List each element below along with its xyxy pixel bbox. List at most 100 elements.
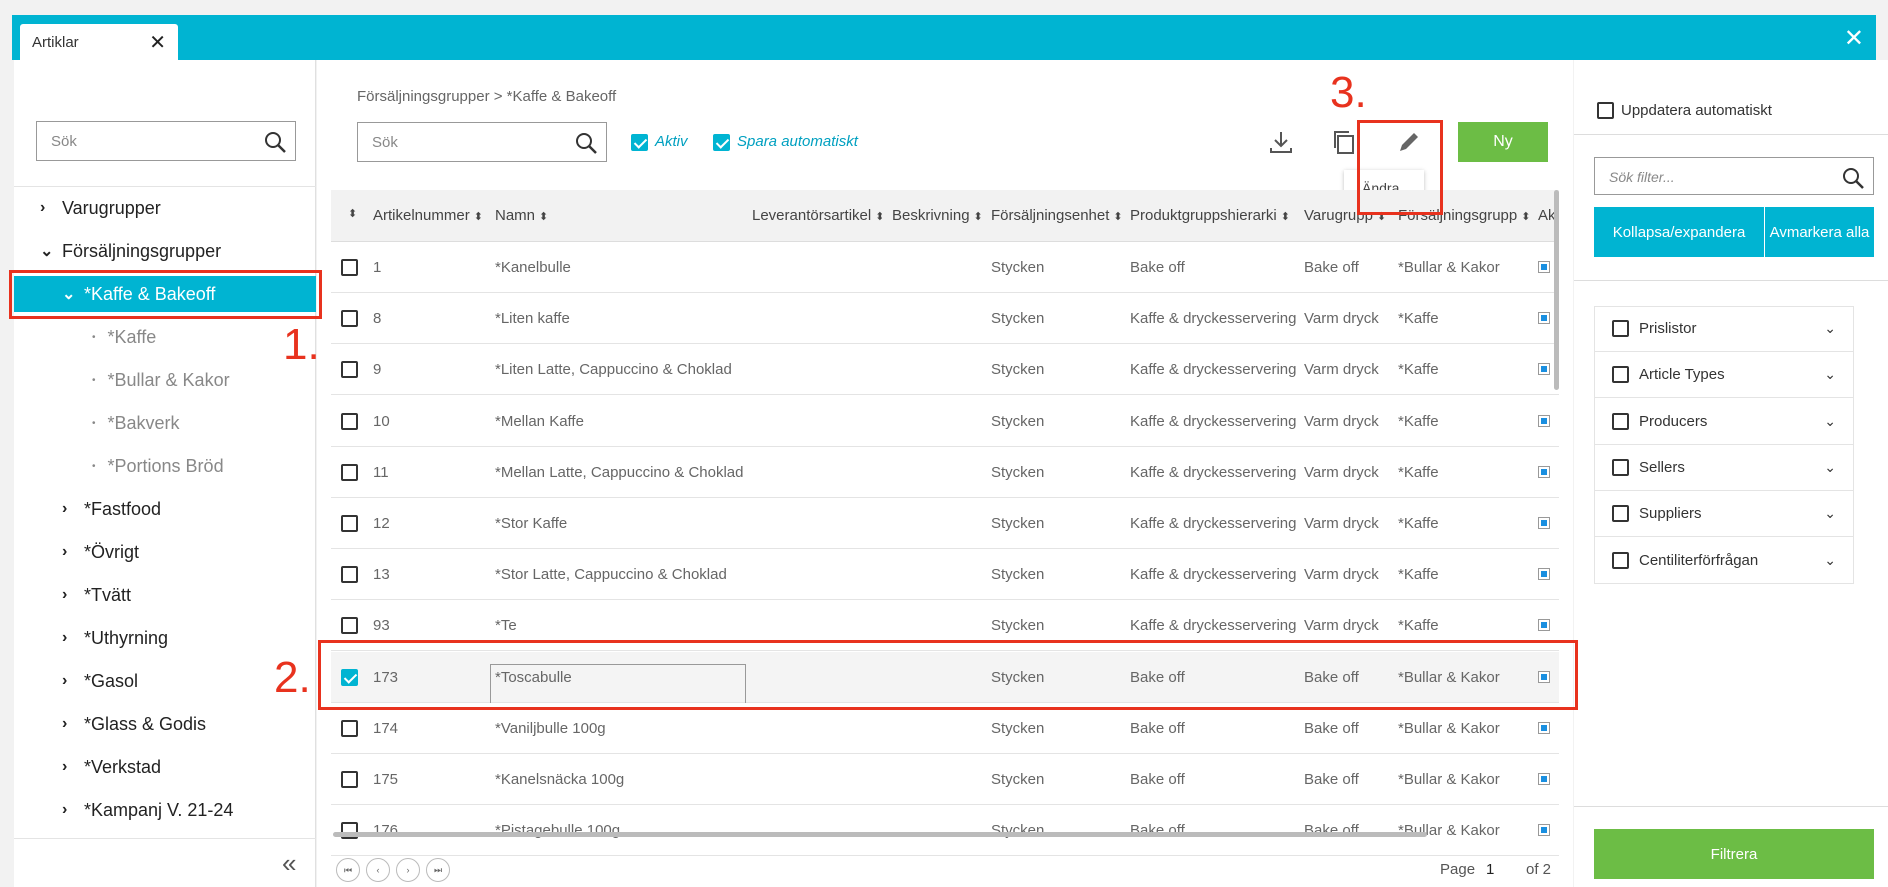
chevron-down-icon[interactable]: ⌄: [1824, 320, 1836, 337]
column-header[interactable]: Produktgruppshierarki ⬍: [1130, 207, 1300, 224]
tree-item[interactable]: › *Kampanj V. 21-24: [62, 792, 233, 828]
cell-name[interactable]: *Mellan Latte, Cappuccino & Choklad: [495, 464, 743, 481]
collapse-panel-icon[interactable]: «: [282, 848, 296, 879]
collapse-expand-button[interactable]: Kollapsa/expandera: [1594, 207, 1764, 257]
aktiv-checkbox[interactable]: [631, 134, 648, 151]
column-header[interactable]: Försäljningsenhet ⬍: [991, 207, 1126, 224]
filter-checkbox[interactable]: [1612, 551, 1629, 569]
row-checkbox[interactable]: [341, 771, 358, 788]
new-button[interactable]: Ny: [1458, 122, 1548, 162]
column-header[interactable]: Namn ⬍: [495, 207, 735, 224]
tab-artiklar[interactable]: Artiklar ✕: [20, 24, 178, 60]
active-checkbox[interactable]: [1538, 568, 1550, 581]
row-checkbox[interactable]: [341, 412, 358, 430]
chevron-icon[interactable]: ›: [62, 801, 84, 819]
sort-icon[interactable]: ⬍: [1521, 211, 1530, 223]
cell-name[interactable]: *Liten kaffe: [495, 310, 570, 327]
active-checkbox[interactable]: [1538, 261, 1550, 273]
cell-name[interactable]: *Te: [495, 617, 517, 634]
active-checkbox[interactable]: [1538, 465, 1550, 478]
active-checkbox[interactable]: [1538, 517, 1550, 529]
search-icon[interactable]: [574, 131, 598, 155]
search-icon[interactable]: [1841, 166, 1865, 190]
tree-item[interactable]: › *Övrigt: [62, 534, 139, 570]
column-header[interactable]: Beskrivning ⬍: [892, 207, 987, 224]
chevron-icon[interactable]: ›: [62, 500, 84, 518]
row-checkbox[interactable]: [341, 719, 358, 737]
tree-item[interactable]: › *Gasol: [62, 663, 138, 699]
filter-checkbox[interactable]: [1612, 320, 1629, 337]
article-search-input[interactable]: Sök: [357, 122, 607, 162]
row-checkbox[interactable]: [341, 515, 358, 532]
chevron-icon[interactable]: ⌄: [40, 241, 62, 261]
cell-name[interactable]: *Liten Latte, Cappuccino & Choklad: [495, 361, 732, 378]
tree-item[interactable]: ⌄ Försäljningsgrupper: [40, 233, 221, 269]
filter-search-input[interactable]: Sök filter...: [1594, 157, 1874, 195]
active-checkbox[interactable]: [1538, 312, 1550, 325]
close-tab-icon[interactable]: ✕: [149, 30, 166, 55]
filter-checkbox[interactable]: [1612, 505, 1629, 523]
horizontal-scrollbar[interactable]: [333, 832, 1427, 837]
row-checkbox[interactable]: [341, 361, 358, 379]
filter-group[interactable]: Article Types ⌄: [1594, 352, 1854, 399]
chevron-icon[interactable]: ›: [40, 199, 62, 217]
chevron-icon[interactable]: ›: [62, 629, 84, 647]
last-page-button[interactable]: ⏭: [426, 858, 450, 882]
unmark-all-button[interactable]: Avmarkera alla: [1765, 207, 1874, 257]
row-checkbox[interactable]: [341, 617, 358, 635]
first-page-button[interactable]: ⏮: [336, 858, 360, 882]
sort-icon[interactable]: ⬍: [974, 211, 983, 223]
active-checkbox[interactable]: [1538, 363, 1550, 376]
chevron-icon[interactable]: ›: [62, 543, 84, 561]
chevron-down-icon[interactable]: ⌄: [1824, 505, 1836, 522]
tree-item[interactable]: › *Tvätt: [62, 577, 131, 613]
cell-name[interactable]: *Stor Latte, Cappuccino & Choklad: [495, 566, 727, 583]
page-number-input[interactable]: 1: [1486, 861, 1494, 878]
chevron-icon[interactable]: ›: [62, 715, 84, 733]
active-checkbox[interactable]: [1538, 824, 1550, 837]
cell-name[interactable]: *Stor Kaffe: [495, 515, 567, 532]
cell-name[interactable]: *Vaniljbulle 100g: [495, 720, 606, 737]
tree-item[interactable]: • *Portions Bröd: [92, 448, 224, 484]
copy-icon[interactable]: [1331, 129, 1357, 155]
filter-group[interactable]: Centiliterförfrågan ⌄: [1594, 538, 1854, 584]
tree-item[interactable]: › *Glass & Godis: [62, 706, 206, 742]
filter-group[interactable]: Producers ⌄: [1594, 399, 1854, 445]
sort-all-icon[interactable]: ⬍: [348, 207, 357, 220]
tree-item[interactable]: › *Uthyrning: [62, 620, 168, 656]
tree-item[interactable]: › *Verkstad: [62, 749, 161, 785]
auto-update-checkbox[interactable]: [1597, 102, 1614, 119]
chevron-icon[interactable]: ›: [62, 586, 84, 604]
sort-icon[interactable]: ⬍: [875, 211, 882, 223]
tree-item[interactable]: • *Bullar & Kakor: [92, 362, 230, 398]
filter-group[interactable]: Prislistor ⌄: [1594, 306, 1854, 352]
chevron-down-icon[interactable]: ⌄: [1824, 552, 1836, 569]
chevron-down-icon[interactable]: ⌄: [1824, 459, 1836, 476]
tree-item[interactable]: • *Bakverk: [92, 405, 180, 441]
tree-search-input[interactable]: Sök: [36, 121, 296, 161]
download-icon[interactable]: [1268, 129, 1294, 155]
sort-icon[interactable]: ⬍: [1281, 211, 1290, 223]
row-checkbox[interactable]: [341, 259, 358, 276]
close-window-icon[interactable]: ✕: [1844, 24, 1864, 53]
chevron-down-icon[interactable]: ⌄: [1824, 413, 1836, 430]
active-checkbox[interactable]: [1538, 773, 1550, 785]
column-header[interactable]: Artikelnummer ⬍: [373, 207, 493, 224]
chevron-down-icon[interactable]: ⌄: [1824, 366, 1836, 383]
filter-checkbox[interactable]: [1612, 412, 1629, 430]
next-page-button[interactable]: ›: [396, 858, 420, 882]
vertical-scrollbar[interactable]: [1554, 190, 1559, 390]
row-checkbox[interactable]: [341, 310, 358, 328]
row-checkbox[interactable]: [341, 463, 358, 481]
active-checkbox[interactable]: [1538, 414, 1550, 427]
sort-icon[interactable]: ⬍: [1113, 211, 1122, 223]
prev-page-button[interactable]: ‹: [366, 858, 390, 882]
filter-checkbox[interactable]: [1612, 458, 1629, 476]
sort-icon[interactable]: ⬍: [474, 211, 483, 223]
tree-item[interactable]: › Varugrupper: [40, 190, 161, 226]
tree-item[interactable]: • *Kaffe: [92, 319, 156, 355]
row-checkbox[interactable]: [341, 566, 358, 584]
active-checkbox[interactable]: [1538, 619, 1550, 632]
search-icon[interactable]: [263, 130, 287, 154]
column-header[interactable]: Leverantörsartikel ⬍: [752, 207, 882, 224]
